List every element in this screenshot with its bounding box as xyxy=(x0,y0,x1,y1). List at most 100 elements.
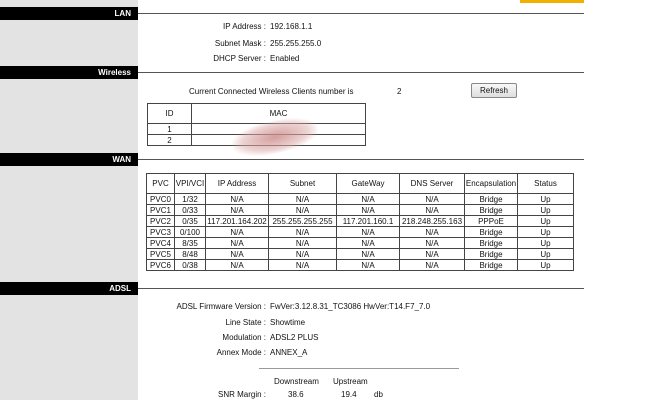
sidebar xyxy=(0,0,138,400)
wan-cell: PVC3 xyxy=(146,226,175,238)
column-header-vpivci: VPI/VCI xyxy=(174,173,206,194)
wan-cell: N/A xyxy=(268,226,337,238)
wan-cell: PVC2 xyxy=(146,215,175,227)
wan-cell: N/A xyxy=(336,226,400,238)
wan-cell: N/A xyxy=(399,193,465,205)
snr-downstream-value: 38.6 xyxy=(288,390,304,399)
lan-mask-row: Subnet Mask : xyxy=(140,39,266,49)
wan-cell: N/A xyxy=(336,193,400,205)
wan-cell: 0/100 xyxy=(174,226,206,238)
wan-cell: N/A xyxy=(268,237,337,249)
wan-cell: N/A xyxy=(205,204,269,216)
adsl-modulation-value: ADSL2 PLUS xyxy=(270,333,319,342)
wan-cell: N/A xyxy=(336,259,400,271)
wan-cell: Up xyxy=(517,204,574,216)
wan-cell: N/A xyxy=(205,237,269,249)
adsl-annex-value: ANNEX_A xyxy=(270,348,308,357)
wan-cell: Bridge xyxy=(464,204,518,216)
lan-ip-row: IP Address : xyxy=(140,22,266,32)
section-label-adsl: ADSL xyxy=(0,282,138,295)
adsl-firmware-label: ADSL Firmware Version : xyxy=(176,302,266,311)
client-id-cell: 2 xyxy=(147,134,192,146)
table-row: PVC6 0/38 N/A N/A N/A N/A Bridge Up xyxy=(146,259,574,271)
wan-cell: Bridge xyxy=(464,226,518,238)
wan-cell: PVC1 xyxy=(146,204,175,216)
wan-cell: N/A xyxy=(399,226,465,238)
wan-cell: PVC5 xyxy=(146,248,175,260)
wan-cell: 117.201.160.1 xyxy=(336,215,400,227)
wan-cell: N/A xyxy=(268,248,337,260)
wan-cell: Up xyxy=(517,215,574,227)
wan-cell: Up xyxy=(517,248,574,260)
wan-cell: N/A xyxy=(205,226,269,238)
column-header-dns-server: DNS Server xyxy=(399,173,465,194)
wan-cell: Up xyxy=(517,193,574,205)
adsl-line-value: Showtime xyxy=(270,318,306,327)
column-header-pvc: PVC xyxy=(146,173,175,194)
wan-cell: N/A xyxy=(336,204,400,216)
wan-cell: 0/33 xyxy=(174,204,206,216)
wan-table-body: PVC0 1/32 N/A N/A N/A N/A Bridge Up PVC1 0/33 N/A N… xyxy=(146,193,574,271)
refresh-button[interactable]: Refresh xyxy=(471,83,517,98)
wan-cell: Bridge xyxy=(464,248,518,260)
section-divider-wan xyxy=(138,159,584,160)
wan-cell: 218.248.255.163 xyxy=(399,215,465,227)
wan-cell: PPPoE xyxy=(464,215,518,227)
wan-cell: 0/38 xyxy=(174,259,206,271)
wan-cell: Bridge xyxy=(464,193,518,205)
section-label-wireless: Wireless xyxy=(0,66,138,79)
column-header-encapsulation: Encapsulation xyxy=(464,173,518,194)
wan-cell: N/A xyxy=(268,259,337,271)
wan-cell: 8/35 xyxy=(174,237,206,249)
adsl-annex-row: Annex Mode : xyxy=(140,348,266,358)
wan-cell: 1/32 xyxy=(174,193,206,205)
adsl-line-label: Line State : xyxy=(225,318,266,327)
table-row: PVC1 0/33 N/A N/A N/A N/A Bridge Up xyxy=(146,204,574,216)
table-header-row: PVC VPI/VCI IP Address Subnet GateWay DN… xyxy=(146,173,574,194)
wireless-clients-count: 2 xyxy=(397,87,402,96)
section-label-lan: LAN xyxy=(0,7,138,20)
table-header-row: ID MAC xyxy=(147,103,366,124)
wan-cell: PVC6 xyxy=(146,259,175,271)
section-divider-lan xyxy=(138,13,584,14)
adsl-firmware-value: FwVer:3.12.8.31_TC3086 HwVer:T14.F7_7.0 xyxy=(270,302,431,311)
adsl-stats-divider xyxy=(259,368,459,369)
wan-cell: 0/35 xyxy=(174,215,206,227)
wan-cell: PVC4 xyxy=(146,237,175,249)
wan-cell: N/A xyxy=(399,259,465,271)
section-divider-wireless xyxy=(138,72,584,73)
wireless-clients-text: Current Connected Wireless Clients numbe… xyxy=(189,87,354,96)
wan-cell: N/A xyxy=(205,259,269,271)
client-id-cell: 1 xyxy=(147,123,192,135)
wan-cell: Up xyxy=(517,237,574,249)
wan-cell: N/A xyxy=(205,248,269,260)
top-accent-bar xyxy=(520,0,584,3)
table-row: PVC5 8/48 N/A N/A N/A N/A Bridge Up xyxy=(146,248,574,260)
table-row: PVC4 8/35 N/A N/A N/A N/A Bridge Up xyxy=(146,237,574,249)
lan-dhcp-label: DHCP Server : xyxy=(213,54,266,63)
snr-margin-label: SNR Margin : xyxy=(217,390,266,399)
wan-table: PVC VPI/VCI IP Address Subnet GateWay DN… xyxy=(146,173,574,271)
lan-mask-label: Subnet Mask : xyxy=(214,39,266,48)
wan-cell: Bridge xyxy=(464,259,518,271)
snr-upstream-value: 19.4 xyxy=(341,390,357,399)
wan-cell: N/A xyxy=(336,237,400,249)
lan-ip-value: 192.168.1.1 xyxy=(270,22,313,31)
column-header-ip-address: IP Address xyxy=(205,173,269,194)
lan-ip-label: IP Address : xyxy=(223,22,266,31)
adsl-line-row: Line State : xyxy=(140,318,266,328)
wan-cell: Bridge xyxy=(464,237,518,249)
wan-cell: N/A xyxy=(399,248,465,260)
snr-unit: db xyxy=(374,390,383,399)
wan-cell: Up xyxy=(517,226,574,238)
table-row: PVC3 0/100 N/A N/A N/A N/A Bridge Up xyxy=(146,226,574,238)
wan-cell: N/A xyxy=(268,204,337,216)
lan-dhcp-value: Enabled xyxy=(270,54,300,63)
upstream-header: Upstream xyxy=(333,377,368,386)
adsl-modulation-row: Modulation : xyxy=(140,333,266,343)
wan-cell: N/A xyxy=(399,237,465,249)
column-header-subnet: Subnet xyxy=(268,173,337,194)
wan-cell: N/A xyxy=(399,204,465,216)
column-header-id: ID xyxy=(147,103,192,124)
wan-cell: PVC0 xyxy=(146,193,175,205)
